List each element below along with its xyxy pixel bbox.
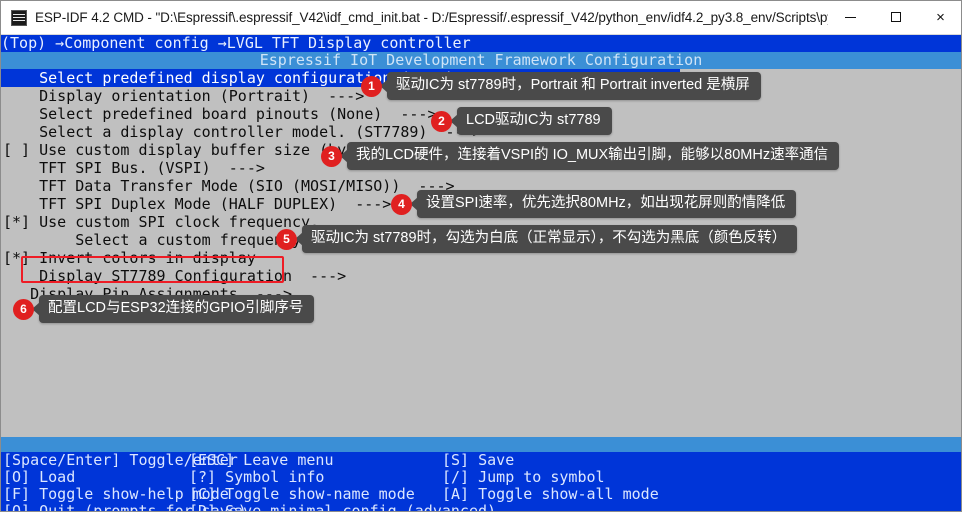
help-shortcut: [O] Load (3, 468, 76, 486)
help-shortcut: [F] Toggle show-help mode (3, 485, 229, 503)
help-row: [O] Load [?] Symbol info [/] Jump to symbo… (1, 469, 961, 486)
annotation-text: 设置SPI速率，优先选択80MHz，如出现花屏则酌情降低 (417, 190, 797, 219)
breadcrumb: (Top) →Component config →LVGL TFT Displa… (1, 35, 961, 52)
help-row: [Q] Quit (prompts for save) [D] Save mini… (1, 502, 961, 512)
keyboard-help-bar: [Space/Enter] Toggle/enter [ESC] Leave me… (1, 452, 961, 511)
maximize-button[interactable] (873, 1, 918, 34)
help-shortcut: [/] Jump to symbol (442, 468, 605, 486)
annotation-5: 5 驱动IC为 st7789时，勾选为白底（正常显示），不勾选为黑底（颜色反转） (276, 225, 798, 254)
window-title: ESP-IDF 4.2 CMD - "D:\Espressif\.espress… (35, 10, 828, 25)
close-button[interactable]: × (918, 1, 961, 34)
help-row: [F] Toggle show-help mode [C] Toggle show… (1, 486, 961, 503)
window-controls: × (828, 1, 961, 35)
annotation-1: 1 驱动IC为 st7789时，Portrait 和 Portrait inve… (361, 72, 761, 101)
help-shortcut: [C] Toggle show-name mode (189, 485, 415, 503)
annotation-text: 配置LCD与ESP32连接的GPIO引脚序号 (39, 295, 315, 324)
annotation-text: 驱动IC为 st7789时，Portrait 和 Portrait invert… (387, 72, 761, 101)
console-icon (11, 9, 27, 26)
annotation-3: 3 我的LCD硬件，连接着VSPI的 IO_MUX输出引脚，能够以80MHz速率… (321, 142, 840, 171)
annotation-text: 驱动IC为 st7789时，勾选为白底（正常显示），不勾选为黑底（颜色反转） (302, 225, 798, 254)
help-shortcut: [Space/Enter] Toggle/enter (3, 451, 238, 469)
help-row: [Space/Enter] Toggle/enter [ESC] Leave me… (1, 452, 961, 469)
config-banner: Espressif IoT Development Framework Conf… (1, 52, 961, 69)
annotation-badge: 6 (13, 298, 34, 320)
annotation-badge: 3 (321, 145, 342, 167)
close-icon: × (936, 8, 945, 26)
annotation-2: 2 LCD驱动IC为 st7789 (431, 107, 612, 136)
help-shortcut: [?] Symbol info (189, 468, 325, 486)
footer-band (1, 437, 961, 452)
annotation-badge: 1 (361, 75, 382, 97)
window-title-bar: ESP-IDF 4.2 CMD - "D:\Espressif\.espress… (1, 1, 961, 35)
minimize-icon (845, 16, 856, 18)
maximize-icon (890, 12, 901, 22)
help-shortcut: [A] Toggle show-all mode (442, 485, 659, 503)
annotation-badge: 4 (391, 193, 412, 215)
help-shortcut: [ESC] Leave menu (189, 451, 334, 469)
annotation-4: 4 设置SPI速率，优先选択80MHz，如出现花屏则酌情降低 (391, 190, 797, 219)
annotation-text: LCD驱动IC为 st7789 (457, 107, 612, 136)
annotation-badge: 5 (276, 228, 297, 250)
menu-item[interactable]: Display ST7789 Configuration ---> (1, 267, 961, 285)
help-shortcut: [D] Save minimal config (advanced) (189, 502, 497, 512)
minimize-button[interactable] (828, 1, 873, 34)
annotation-6: 6 配置LCD与ESP32连接的GPIO引脚序号 (13, 295, 315, 324)
help-shortcut: [Q] Quit (prompts for save) (3, 502, 247, 512)
help-shortcut: [S] Save (442, 451, 515, 469)
help-shortcut (442, 503, 961, 511)
annotation-badge: 2 (431, 110, 452, 132)
annotation-text: 我的LCD硬件，连接着VSPI的 IO_MUX输出引脚，能够以80MHz速率通信 (347, 142, 840, 171)
app-window: ESP-IDF 4.2 CMD - "D:\Espressif\.espress… (0, 0, 962, 512)
